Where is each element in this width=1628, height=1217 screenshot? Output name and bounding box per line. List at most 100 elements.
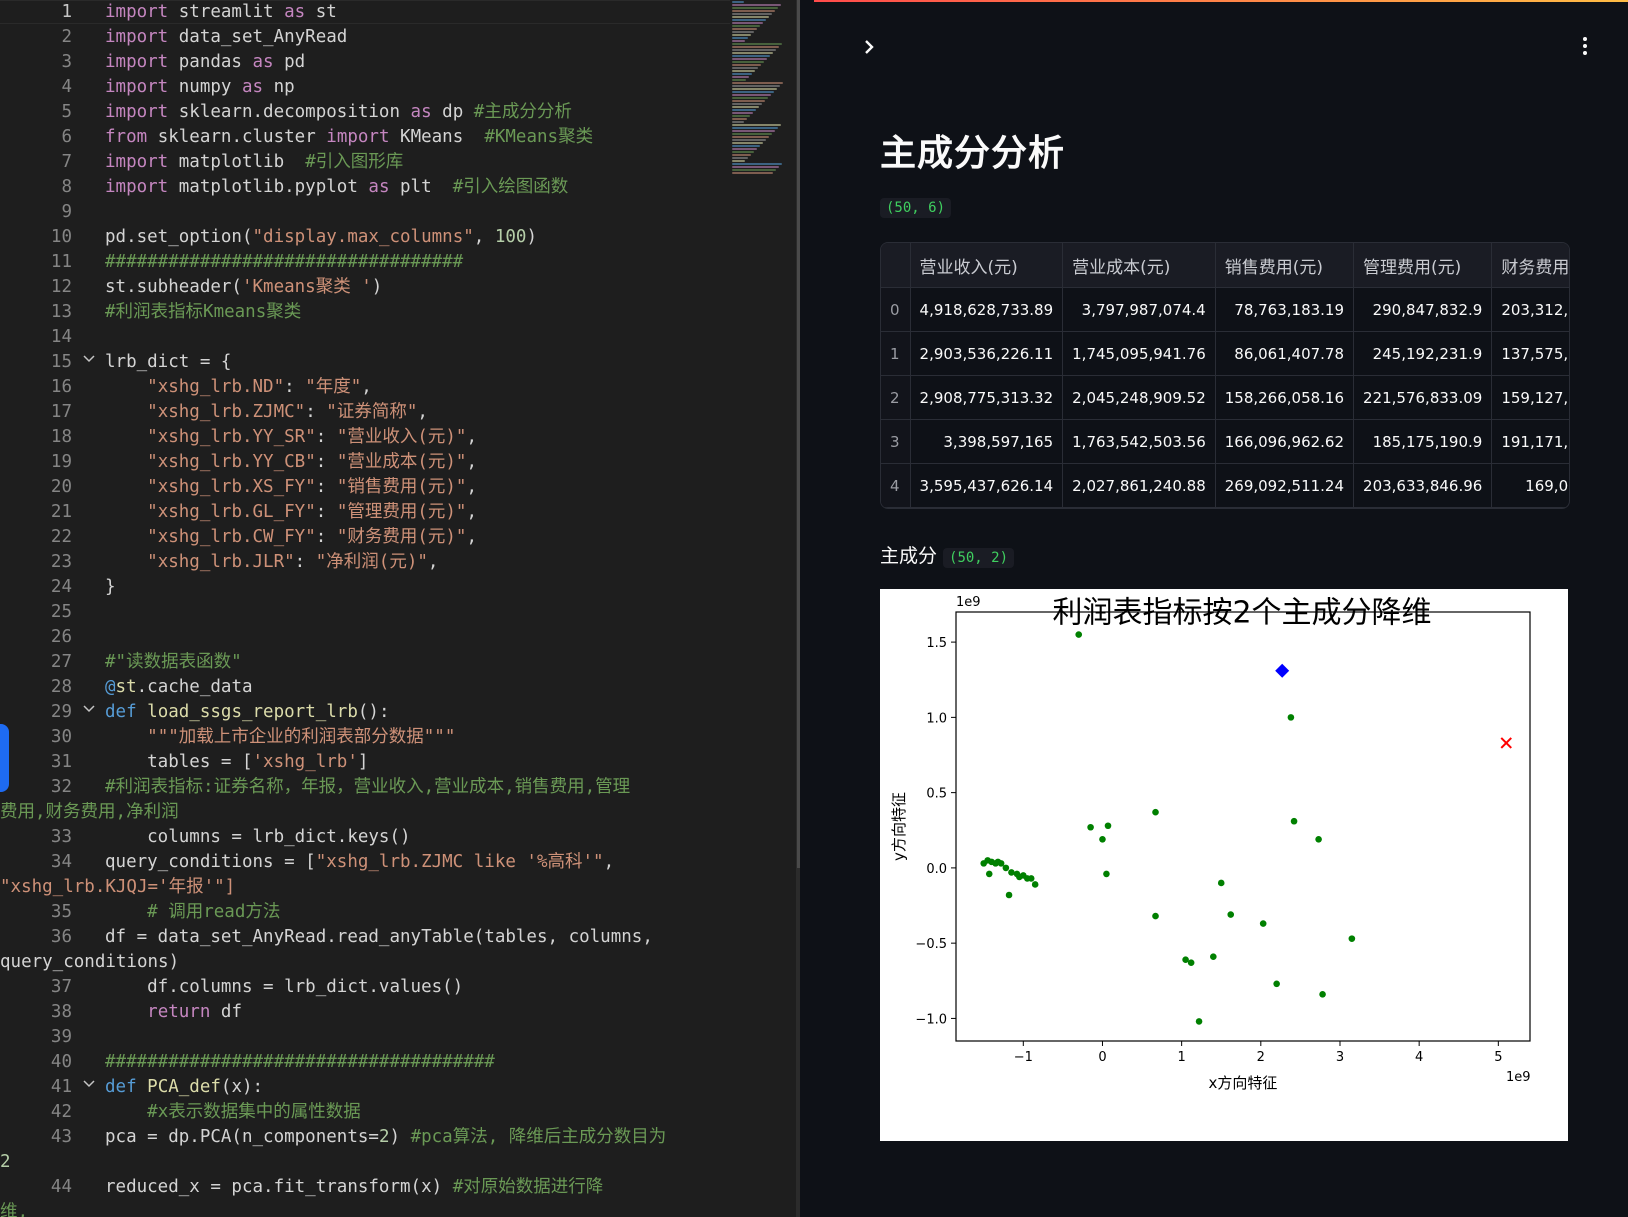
line-number: 5 [61, 102, 72, 122]
code-line[interactable]: 40 ##################################### [0, 1050, 730, 1075]
code-text: import numpy as np [105, 77, 295, 97]
code-line[interactable]: 15 lrb_dict = { [0, 350, 730, 375]
minimap[interactable] [732, 0, 788, 200]
pca-subheader: 主成分 (50, 2) [880, 541, 1015, 568]
code-line[interactable]: 4 import numpy as np [0, 75, 730, 100]
row-index: 0 [881, 287, 911, 332]
fold-gutter [72, 825, 105, 850]
minimap-line [732, 157, 748, 159]
minimap-line [732, 82, 783, 84]
table-row[interactable]: 3 3,398,597,165 1,763,542,503.56 166,096,96… [881, 419, 1569, 464]
code-line[interactable]: 42 #x表示数据集中的属性数据 [0, 1100, 730, 1125]
table-row[interactable]: 2 2,908,775,313.32 2,045,248,909.52 158,266… [881, 375, 1569, 420]
fold-gutter [72, 1100, 105, 1125]
fold-chevron-icon[interactable] [72, 700, 105, 725]
code-line[interactable]: 6 from sklearn.cluster import KMeans #KMe… [0, 125, 730, 150]
data-point [1290, 817, 1298, 825]
table-row[interactable]: 0 4,918,628,733.89 3,797,987,074.4 78,763,1… [881, 287, 1569, 332]
code-line[interactable]: 37 df.columns = lrb_dict.values() [0, 975, 730, 1000]
code-line[interactable]: 41 def PCA_def(x): [0, 1075, 730, 1100]
code-line[interactable]: 5 import sklearn.decomposition as dp #主成分… [0, 100, 730, 125]
dataframe[interactable]: 营业收入(元) 营业成本(元) 销售费用(元) 管理费用(元) 财务费用 0 4,918,… [880, 242, 1570, 509]
code-line[interactable]: 12 st.subheader('Kmeans聚类 ') [0, 275, 730, 300]
data-point [1315, 835, 1322, 843]
data-point [1075, 631, 1083, 638]
code-line[interactable]: 13 #利润表指标Kmeans聚类 [0, 300, 730, 325]
code-line[interactable]: 19 "xshg_lrb.YY_CB": "营业成本(元)", [0, 450, 730, 475]
fold-gutter [72, 1000, 105, 1025]
code-text: """加载上市企业的利润表部分数据""" [147, 727, 456, 747]
code-line[interactable]: 20 "xshg_lrb.XS_FY": "销售费用(元)", [0, 475, 730, 500]
code-line[interactable]: 21 "xshg_lrb.GL_FY": "管理费用(元)", [0, 500, 730, 525]
code-line[interactable]: 24} [0, 575, 730, 600]
code-line[interactable]: 31 tables = ['xshg_lrb'] [0, 750, 730, 775]
minimap-line [732, 40, 745, 42]
chart-title: 利润表指标按2个主成分降维 [1052, 596, 1431, 631]
fold-chevron-icon[interactable] [72, 350, 105, 375]
code-line[interactable]: 23 "xshg_lrb.JLR": "净利润(元)", [0, 550, 730, 575]
code-line[interactable]: 3 import pandas as pd [0, 50, 730, 75]
code-line[interactable]: 36 df = data_set_AnyRead.read_anyTable(t… [0, 925, 730, 975]
minimap-line [732, 46, 779, 48]
table-cell: 4,918,628,733.89 [910, 287, 1064, 332]
line-number: 11 [50, 252, 72, 272]
code-line[interactable]: 2 import data_set_AnyRead [0, 25, 730, 50]
code-line[interactable]: 39 [0, 1025, 730, 1050]
code-line[interactable]: 32 #利润表指标:证券名称，年报，营业收入,营业成本,销售费用,管理 费用,财务… [0, 775, 730, 825]
fold-gutter [72, 50, 105, 75]
column-header[interactable]: 管理费用(元) [1353, 243, 1493, 288]
code-text: "xshg_lrb.CW_FY": "财务费用(元)", [147, 527, 478, 547]
minimap-line [732, 94, 771, 96]
line-number: 37 [50, 977, 72, 997]
code-line[interactable]: 10 pd.set_option("display.max_columns", 1… [0, 225, 730, 250]
fold-gutter [72, 200, 105, 225]
side-panel-tab[interactable] [0, 724, 9, 792]
code-line[interactable]: 7 import matplotlib #引入图形库 [0, 150, 730, 175]
code-line[interactable]: 30 """加载上市企业的利润表部分数据""" [0, 725, 730, 750]
data-point [1002, 864, 1010, 872]
code-line[interactable]: 28 @st.cache_data [0, 675, 730, 700]
data-point [1259, 920, 1267, 927]
line-number: 14 [50, 327, 72, 347]
code-text: "xshg_lrb.GL_FY": "管理费用(元)", [147, 502, 478, 522]
code-editor[interactable]: 1 import streamlit as st 2 import data_set_… [0, 0, 800, 1217]
code-line[interactable]: 33 columns = lrb_dict.keys() [0, 825, 730, 850]
code-line[interactable]: 27 #"读数据表函数" [0, 650, 730, 675]
code-line[interactable]: 43 pca = dp.PCA(n_components=2) #pca算法, … [0, 1125, 730, 1175]
code-line[interactable]: 17 "xshg_lrb.ZJMC": "证券简称", [0, 400, 730, 425]
code-line[interactable]: 25 [0, 600, 730, 625]
table-row[interactable]: 4 3,595,437,626.14 2,027,861,240.88 269,092… [881, 463, 1569, 508]
main-menu-button[interactable] [1578, 34, 1592, 58]
fold-chevron-icon[interactable] [72, 1075, 105, 1100]
code-line[interactable]: 35 # 调用read方法 [0, 900, 730, 925]
code-line[interactable]: 34 query_conditions = ["xshg_lrb.ZJMC li… [0, 850, 730, 900]
table-row[interactable]: 1 2,903,536,226.11 1,745,095,941.76 86,061,… [881, 331, 1569, 376]
column-header[interactable]: 销售费用(元) [1215, 243, 1355, 288]
expand-sidebar-button[interactable] [858, 36, 880, 58]
code-line[interactable]: 1 import streamlit as st [0, 0, 730, 25]
code-line[interactable]: 18 "xshg_lrb.YY_SR": "营业收入(元)", [0, 425, 730, 450]
code-lines[interactable]: 1 import streamlit as st 2 import data_set_… [0, 0, 730, 1217]
code-line[interactable]: 22 "xshg_lrb.CW_FY": "财务费用(元)", [0, 525, 730, 550]
code-line[interactable]: 11 ################################## [0, 250, 730, 275]
code-line[interactable]: 8 import matplotlib.pyplot as plt #引入绘图函数 [0, 175, 730, 200]
code-line[interactable]: 9 [0, 200, 730, 225]
code-line[interactable]: 14 [0, 325, 730, 350]
column-header[interactable]: 财务费用 [1491, 243, 1569, 288]
index-header[interactable] [881, 243, 911, 288]
shape-output: (50, 6) [880, 197, 952, 218]
code-line[interactable]: 38 return df [0, 1000, 730, 1025]
line-number: 17 [50, 402, 72, 422]
column-header[interactable]: 营业成本(元) [1062, 243, 1216, 288]
code-line[interactable]: 29 def load_ssgs_report_lrb(): [0, 700, 730, 725]
minimap-line [732, 151, 754, 153]
code-line[interactable]: 26 [0, 625, 730, 650]
minimap-line [732, 55, 770, 57]
row-index: 2 [881, 375, 911, 420]
code-text: return df [147, 1002, 242, 1022]
line-number: 2 [61, 27, 72, 47]
code-line[interactable]: 44 reduced_x = pca.fit_transform(x) #对原始… [0, 1175, 730, 1217]
code-line[interactable]: 16 "xshg_lrb.ND": "年度", [0, 375, 730, 400]
column-header[interactable]: 营业收入(元) [910, 243, 1064, 288]
editor-scroll-thumb[interactable] [797, 0, 800, 868]
